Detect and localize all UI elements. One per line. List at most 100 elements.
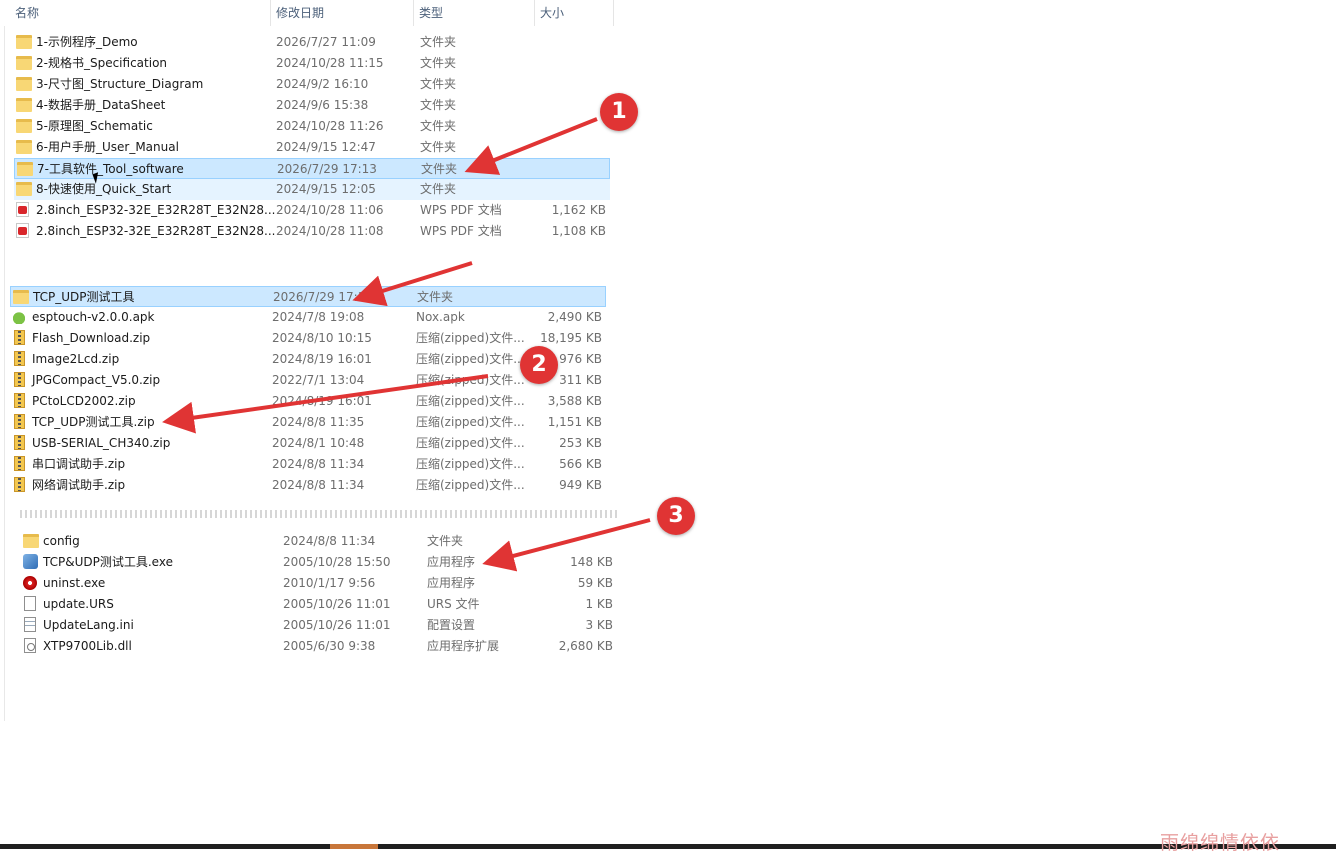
file-name: 4-数据手册_DataSheet: [36, 98, 166, 112]
file-name-cell[interactable]: TCP_UDP测试工具.zip: [10, 412, 288, 433]
file-name-cell[interactable]: JPGCompact_V5.0.zip: [10, 370, 288, 391]
file-row[interactable]: TCP_UDP测试工具.zip 2024/8/8 11:35 压缩(zipped)文…: [10, 412, 606, 433]
file-row[interactable]: TCP_UDP测试工具 2026/7/29 17:13 文件夹: [10, 286, 606, 307]
sort-chevron-up-icon: ^: [134, 0, 142, 5]
file-name-cell[interactable]: PCtoLCD2002.zip: [10, 391, 288, 412]
file-row[interactable]: 8-快速使用_Quick_Start 2024/9/15 12:05 文件夹: [14, 179, 610, 200]
file-row[interactable]: update.URS 2005/10/26 11:01 URS 文件 1 KB: [21, 594, 617, 615]
file-row[interactable]: 4-数据手册_DataSheet 2024/9/6 15:38 文件夹: [14, 95, 610, 116]
folder-icon: [16, 182, 32, 196]
file-type: 压缩(zipped)文件...: [416, 436, 525, 450]
file-type: 应用程序扩展: [427, 639, 500, 653]
file-size: 2,490 KB: [547, 310, 602, 324]
zip-icon: [14, 393, 25, 408]
file-row[interactable]: TCP&UDP测试工具.exe 2005/10/28 15:50 应用程序 148 K…: [21, 552, 617, 573]
file-date: 2024/8/8 11:34: [272, 457, 365, 471]
file-row[interactable]: uninst.exe 2010/1/17 9:56 应用程序 59 KB: [21, 573, 617, 594]
file-row[interactable]: config 2024/8/8 11:34 文件夹: [21, 531, 617, 552]
file-row[interactable]: JPGCompact_V5.0.zip 2022/7/1 13:04 压缩(zipp…: [10, 370, 606, 391]
file-row[interactable]: 2.8inch_ESP32-32E_E32R28T_E32N28... 2024/…: [14, 200, 610, 221]
column-date-header[interactable]: 修改日期: [271, 0, 413, 26]
file-name-cell[interactable]: USB-SERIAL_CH340.zip: [10, 433, 288, 454]
file-row[interactable]: esptouch-v2.0.0.apk 2024/7/8 19:08 Nox.apk…: [10, 307, 606, 328]
file-row[interactable]: 7-工具软件_Tool_software 2026/7/29 17:13 文件夹: [14, 158, 610, 179]
file-date: 2024/9/6 15:38: [276, 98, 369, 112]
file-name-cell[interactable]: XTP9700Lib.dll: [21, 636, 299, 657]
zip-icon: [14, 372, 25, 387]
file-row[interactable]: 6-用户手册_User_Manual 2024/9/15 12:47 文件夹: [14, 137, 610, 158]
zip-icon: [14, 456, 25, 471]
step-badge-2: 2: [520, 346, 558, 384]
file-name-cell[interactable]: uninst.exe: [21, 573, 299, 594]
column-type-header[interactable]: 类型: [414, 0, 534, 26]
file-date: 2024/8/19 16:01: [272, 394, 372, 408]
file-row[interactable]: PCtoLCD2002.zip 2024/8/19 16:01 压缩(zipped)…: [10, 391, 606, 412]
file-date: 2024/8/8 11:34: [272, 478, 365, 492]
file-size: 3,588 KB: [547, 394, 602, 408]
folder-icon: [16, 119, 32, 133]
file-row[interactable]: Image2Lcd.zip 2024/8/19 16:01 压缩(zipped)文件…: [10, 349, 606, 370]
watermark-text: 雨绵绵情依依: [1159, 832, 1280, 854]
file-name-cell[interactable]: 2.8inch_ESP32-32E_E32R28T_E32N28...: [14, 200, 292, 221]
file-name-cell[interactable]: 4-数据手册_DataSheet: [14, 95, 292, 116]
file-name-cell[interactable]: 2.8inch_ESP32-32E_E32R28T_E32N28...: [14, 221, 292, 242]
taskbar-active-app[interactable]: [330, 844, 378, 849]
file-name-cell[interactable]: esptouch-v2.0.0.apk: [10, 307, 288, 328]
file-name-cell[interactable]: 2-规格书_Specification: [14, 53, 292, 74]
file-name-cell[interactable]: 5-原理图_Schematic: [14, 116, 292, 137]
file-name-cell[interactable]: UpdateLang.ini: [21, 615, 299, 636]
column-size-header[interactable]: 大小: [535, 0, 613, 26]
file-date: 2024/10/28 11:15: [276, 56, 384, 70]
file-date: 2010/1/17 9:56: [283, 576, 376, 590]
file-date: 2005/10/28 15:50: [283, 555, 391, 569]
file-name-cell[interactable]: 8-快速使用_Quick_Start: [14, 179, 292, 200]
file-type: 配置设置: [427, 618, 476, 632]
file-date: 2024/9/15 12:47: [276, 140, 376, 154]
file-size: [536, 116, 606, 137]
file-size: 1,162 KB: [551, 203, 606, 217]
file-date: 2024/10/28 11:06: [276, 203, 384, 217]
file-size: [536, 53, 606, 74]
file-row[interactable]: USB-SERIAL_CH340.zip 2024/8/1 10:48 压缩(zip…: [10, 433, 606, 454]
truncated-header-strip: [20, 510, 620, 518]
file-name-cell[interactable]: config: [21, 531, 299, 552]
file-name-cell[interactable]: Image2Lcd.zip: [10, 349, 288, 370]
file-name: UpdateLang.ini: [43, 618, 134, 632]
folder-icon: [16, 77, 32, 91]
file-name-cell[interactable]: 1-示例程序_Demo: [14, 32, 292, 53]
file-row[interactable]: 2-规格书_Specification 2024/10/28 11:15 文件夹: [14, 53, 610, 74]
file-date: 2024/8/10 10:15: [272, 331, 372, 345]
file-name-cell[interactable]: 6-用户手册_User_Manual: [14, 137, 292, 158]
file-name-cell[interactable]: 网络调试助手.zip: [10, 475, 288, 496]
file-name-cell[interactable]: TCP_UDP测试工具: [11, 287, 289, 308]
file-row[interactable]: 串口调试助手.zip 2024/8/8 11:34 压缩(zipped)文件... 5…: [10, 454, 606, 475]
file-row[interactable]: Flash_Download.zip 2024/8/10 10:15 压缩(zipp…: [10, 328, 606, 349]
folder-icon: [16, 140, 32, 154]
file-size: [533, 287, 603, 308]
file-size: [543, 531, 613, 552]
file-name-cell[interactable]: 串口调试助手.zip: [10, 454, 288, 475]
file-row[interactable]: 2.8inch_ESP32-32E_E32R28T_E32N28... 2024/…: [14, 221, 610, 242]
file-row[interactable]: 1-示例程序_Demo 2026/7/27 11:09 文件夹: [14, 32, 610, 53]
file-name-cell[interactable]: Flash_Download.zip: [10, 328, 288, 349]
file-name-cell[interactable]: 7-工具软件_Tool_software: [15, 159, 293, 180]
file-row[interactable]: 5-原理图_Schematic 2024/10/28 11:26 文件夹: [14, 116, 610, 137]
step-badge-3: 3: [657, 497, 695, 535]
file-name-cell[interactable]: 3-尺寸图_Structure_Diagram: [14, 74, 292, 95]
file-size: 253 KB: [559, 436, 602, 450]
step-badge-1: 1: [600, 93, 638, 131]
file-type: 文件夹: [420, 77, 457, 91]
file-row[interactable]: XTP9700Lib.dll 2005/6/30 9:38 应用程序扩展 2,680 …: [21, 636, 617, 657]
column-divider[interactable]: [613, 0, 614, 26]
file-row[interactable]: UpdateLang.ini 2005/10/26 11:01 配置设置 3 KB: [21, 615, 617, 636]
file-row[interactable]: 3-尺寸图_Structure_Diagram 2024/9/2 16:10 文件夹: [14, 74, 610, 95]
file-size: 3 KB: [585, 618, 613, 632]
file-row[interactable]: 网络调试助手.zip 2024/8/8 11:34 压缩(zipped)文件... 9…: [10, 475, 606, 496]
file-name-cell[interactable]: update.URS: [21, 594, 299, 615]
file-date: 2024/8/8 11:34: [283, 534, 376, 548]
file-date: 2024/9/2 16:10: [276, 77, 369, 91]
file-name: 5-原理图_Schematic: [36, 119, 153, 133]
file-date: 2022/7/1 13:04: [272, 373, 365, 387]
file-type: 文件夹: [420, 98, 457, 112]
file-name-cell[interactable]: TCP&UDP测试工具.exe: [21, 552, 299, 573]
